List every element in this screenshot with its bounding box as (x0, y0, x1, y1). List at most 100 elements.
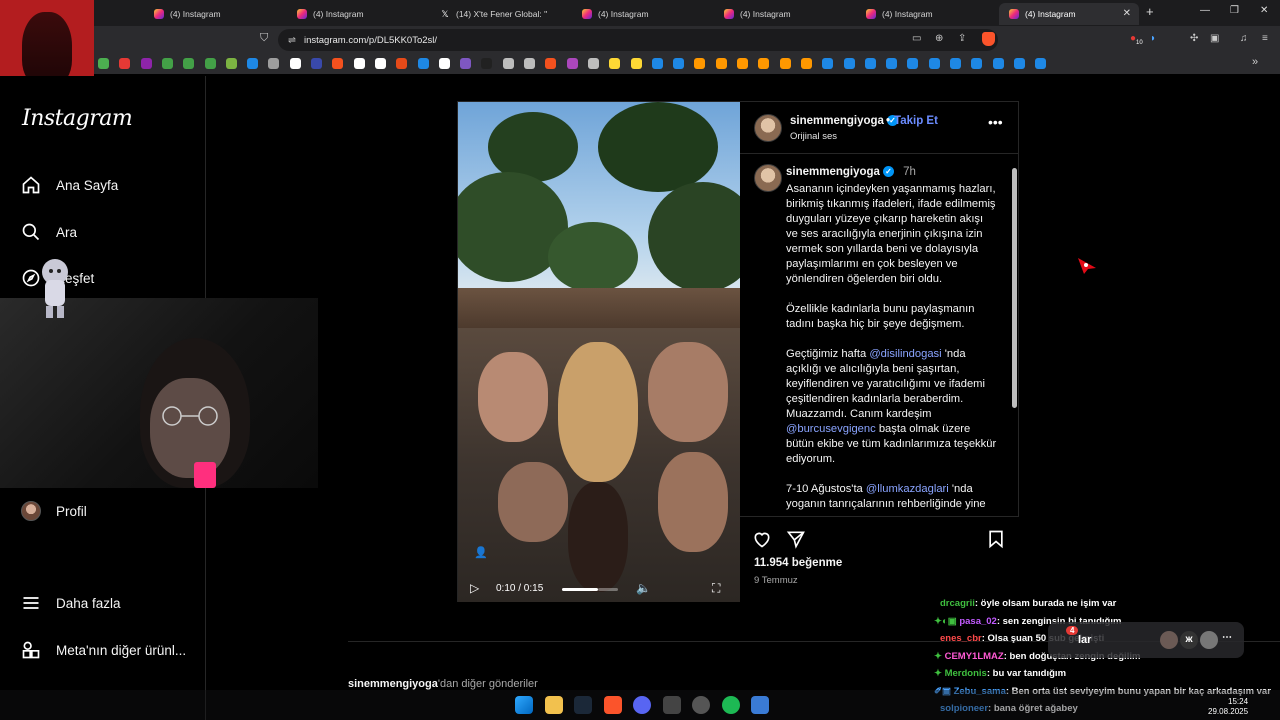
new-tab-button[interactable]: + (1146, 4, 1154, 19)
bookmark-icon[interactable] (417, 58, 429, 69)
sidebar-item-search[interactable]: Ara (20, 221, 77, 243)
tab-instagram-active[interactable]: (4) Instagram ✕ (999, 3, 1139, 25)
bookmark-icon[interactable] (438, 58, 450, 69)
more-options-icon[interactable]: ••• (988, 114, 1003, 130)
share-icon[interactable]: ⇪ (958, 33, 966, 44)
bookmark-icon[interactable]: ⛉ (260, 32, 268, 45)
bookmark-icon[interactable] (353, 58, 365, 69)
bookmark-icon[interactable] (396, 58, 408, 69)
bookmark-icon[interactable] (673, 58, 685, 69)
menu-icon[interactable]: ≡ (1262, 33, 1268, 44)
mention-link[interactable]: @llumkazdaglari (866, 483, 949, 495)
bookmark-icon[interactable] (183, 58, 195, 69)
bookmark-icon[interactable] (864, 58, 876, 69)
bookmark-icon[interactable] (566, 58, 578, 69)
caption-username[interactable]: sinemmengiyoga ✓ 7h (786, 166, 916, 178)
bookmark-icon[interactable] (694, 58, 706, 69)
bookmark-icon[interactable] (502, 58, 514, 69)
close-tab-icon[interactable]: ✕ (1123, 8, 1131, 19)
sidebar-icon[interactable]: ▣ (1210, 33, 1219, 44)
restore-button[interactable]: ❐ (1230, 5, 1239, 16)
bookmark-icon[interactable] (1013, 58, 1025, 69)
bookmark-icon[interactable] (98, 58, 109, 69)
save-icon[interactable] (986, 529, 1006, 554)
more-icon[interactable]: ⋯ (1222, 632, 1232, 643)
bookmark-icon[interactable] (928, 58, 940, 69)
brave-icon[interactable] (604, 696, 622, 714)
bookmark-icon[interactable] (737, 58, 748, 69)
bookmark-icon[interactable] (545, 58, 557, 69)
mention-link[interactable]: @burcusevgigenc (786, 423, 876, 435)
mention-link[interactable]: @disilindogasi (869, 348, 941, 360)
bookmark-icon[interactable] (992, 58, 1004, 69)
volume-icon[interactable]: 🔈 (636, 581, 651, 595)
extensions-icon[interactable]: ✣ (1190, 33, 1198, 44)
bookmark-icon[interactable] (481, 58, 493, 69)
bookmark-icon[interactable] (1035, 58, 1047, 69)
tab-instagram-3[interactable]: (4) Instagram (572, 3, 712, 25)
play-icon[interactable]: ▷ (470, 581, 479, 595)
bookmark-icon[interactable] (140, 58, 152, 69)
bookmark-icon[interactable] (587, 58, 599, 69)
bookmark-icon[interactable] (609, 58, 621, 69)
bookmark-icon[interactable] (460, 58, 472, 69)
bookmark-icon[interactable] (289, 58, 301, 69)
discord-icon[interactable] (633, 696, 651, 714)
likes-count[interactable]: 11.954 beğenme (754, 557, 842, 569)
file-explorer-icon[interactable] (545, 696, 563, 714)
close-window-button[interactable]: ✕ (1260, 5, 1268, 16)
url-bar[interactable]: ⇌ instagram.com/p/DL5KK0To2sl/ (278, 29, 998, 51)
minimize-button[interactable]: — (1200, 5, 1210, 16)
spotify-icon[interactable] (722, 696, 740, 714)
bookmark-icon[interactable] (374, 58, 386, 69)
audio-label[interactable]: Orijinal ses (790, 131, 837, 142)
sidebar-item-meta[interactable]: Meta'nın diğer ürünl... (20, 639, 186, 661)
media-widget[interactable]: 4 lar ж ⋯ (1048, 622, 1244, 658)
zoom-icon[interactable]: ⊕ (935, 33, 943, 44)
bookmark-icon[interactable] (758, 58, 770, 69)
site-info-icon[interactable]: ⇌ (288, 35, 296, 46)
system-clock[interactable]: 15:24 29.08.2025 (1208, 697, 1248, 717)
sidebar-item-home[interactable]: Ana Sayfa (20, 174, 118, 196)
follow-button[interactable]: • Takip Et (886, 115, 938, 127)
user-tag-icon[interactable]: 👤 (474, 546, 488, 559)
brave-shield-icon[interactable] (982, 32, 995, 46)
bookmark-icon[interactable] (247, 58, 259, 69)
bookmark-icon[interactable] (311, 58, 322, 69)
media-icon[interactable]: ♫ (1240, 33, 1248, 44)
fullscreen-icon[interactable]: ⛶ (712, 581, 720, 596)
post-video[interactable]: ▷ 0:10 / 0:15 🔈 ⛶ 👤 (458, 102, 740, 602)
bookmarks-overflow-icon[interactable]: » (1252, 56, 1258, 68)
author-avatar[interactable] (754, 114, 782, 142)
video-progress[interactable] (562, 588, 599, 591)
tab-instagram-2[interactable]: (4) Instagram (287, 3, 427, 25)
bookmark-icon[interactable] (332, 58, 344, 69)
caption-avatar[interactable] (754, 164, 782, 192)
bookmark-icon[interactable] (630, 58, 642, 69)
windows-start-icon[interactable] (515, 696, 533, 714)
bookmark-icon[interactable] (268, 58, 280, 69)
bookmark-icon[interactable] (651, 58, 663, 69)
share-icon[interactable] (786, 529, 806, 554)
bookmark-icon[interactable] (119, 58, 131, 69)
bookmark-icon[interactable] (971, 58, 983, 69)
tab-x[interactable]: 𝕏 (14) X'te Fener Global: " (430, 3, 570, 25)
bookmark-icon[interactable] (886, 58, 898, 69)
app-icon[interactable] (663, 696, 681, 714)
volume-slider[interactable] (598, 588, 618, 591)
app-icon[interactable] (751, 696, 769, 714)
caption-scrollbar[interactable] (1012, 156, 1017, 518)
author-username[interactable]: sinemmengiyoga ✓ (790, 115, 898, 127)
obs-icon[interactable] (692, 696, 710, 714)
tab-instagram-4[interactable]: (4) Instagram (714, 3, 854, 25)
like-icon[interactable] (752, 529, 772, 554)
steam-icon[interactable] (574, 696, 592, 714)
tab-instagram-5[interactable]: (4) Instagram (856, 3, 996, 25)
extension-icon[interactable]: ●10 (1130, 33, 1143, 46)
bookmark-icon[interactable] (800, 58, 812, 69)
tab-instagram-1[interactable]: (4) Instagram (144, 3, 284, 25)
cast-icon[interactable]: ▭ (912, 33, 921, 44)
bookmark-icon[interactable] (715, 58, 727, 69)
audio-extension-icon[interactable]: ◗ (1150, 33, 1156, 44)
bookmark-icon[interactable] (843, 58, 855, 69)
